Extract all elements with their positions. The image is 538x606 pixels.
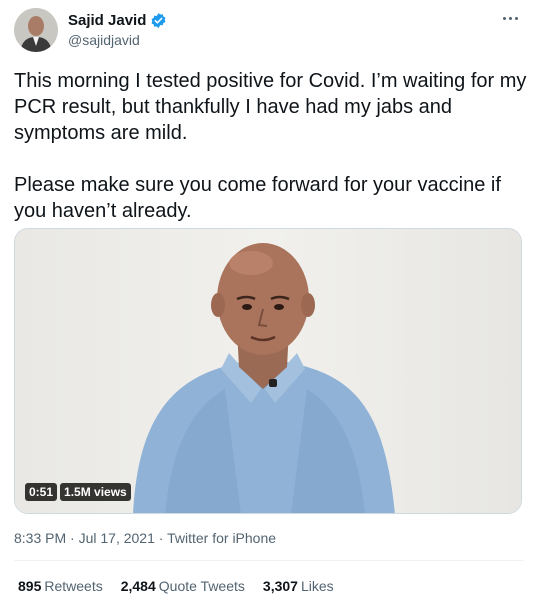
tweet-paragraph-2: Please make sure you come forward for yo…	[14, 174, 501, 222]
likes-stat[interactable]: 3,307 Likes	[263, 578, 334, 594]
video-views: 1.5M views	[60, 483, 131, 501]
handle[interactable]: @sajidjavid	[68, 32, 140, 48]
display-name[interactable]: Sajid Javid	[68, 12, 146, 29]
verified-badge-icon	[150, 12, 167, 29]
retweets-count: 895	[18, 578, 42, 594]
tweet-date[interactable]: Jul 17, 2021	[79, 530, 155, 546]
tweet-source[interactable]: Twitter for iPhone	[167, 530, 276, 546]
quote-tweets-count: 2,484	[120, 578, 156, 594]
more-options-icon[interactable]	[498, 8, 522, 28]
video-badges: 0:51 1.5M views	[25, 483, 131, 501]
meta-separator: ·	[70, 530, 79, 546]
retweets-label: Retweets	[44, 578, 103, 594]
tweet-meta: 8:33 PM · Jul 17, 2021 · Twitter for iPh…	[14, 530, 276, 546]
tweet: Sajid Javid @sajidjavid This morning I t…	[0, 0, 538, 606]
video-player[interactable]: 0:51 1.5M views	[14, 228, 522, 514]
video-duration: 0:51	[25, 483, 58, 501]
tweet-text: This morning I tested positive for Covid…	[14, 68, 530, 224]
quote-tweets-label: Quote Tweets	[158, 578, 245, 594]
tweet-stats: 895 Retweets 2,484 Quote Tweets 3,307 Likes	[18, 578, 334, 594]
tweet-time[interactable]: 8:33 PM	[14, 530, 66, 546]
video-thumbnail	[15, 229, 521, 513]
divider	[14, 560, 524, 561]
likes-count: 3,307	[262, 578, 298, 594]
author-name-row[interactable]: Sajid Javid	[68, 12, 167, 29]
retweets-stat[interactable]: 895 Retweets	[18, 578, 103, 594]
likes-label: Likes	[300, 578, 334, 594]
avatar[interactable]	[14, 8, 58, 52]
tweet-paragraph-1: This morning I tested positive for Covid…	[14, 70, 527, 144]
meta-separator: ·	[158, 530, 168, 546]
quote-tweets-stat[interactable]: 2,484 Quote Tweets	[121, 578, 245, 594]
